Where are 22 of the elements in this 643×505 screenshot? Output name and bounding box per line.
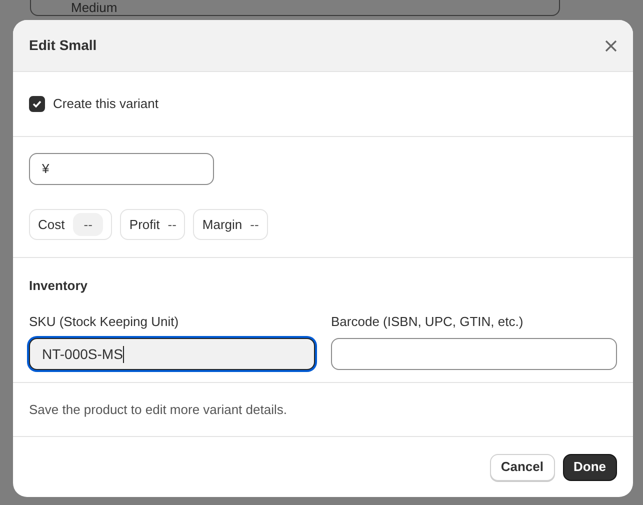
barcode-field[interactable] (331, 338, 617, 370)
field-value: Medium (71, 0, 118, 15)
metric-value: -- (168, 216, 176, 234)
metric-label: Cost (38, 216, 65, 234)
info-text: Save the product to edit more variant details. (29, 400, 287, 419)
section-title: Inventory (29, 277, 89, 295)
field-label: SKU (Stock Keeping Unit) (29, 312, 180, 331)
dialog-title: Edit Small (29, 36, 97, 55)
sku-field[interactable]: NT-000S-MS (29, 338, 315, 370)
checkbox[interactable] (29, 96, 45, 112)
cost-field[interactable]: -- (72, 212, 104, 236)
metric-label: Margin (202, 216, 242, 234)
field-label: Barcode (ISBN, UPC, GTIN, etc.) (331, 312, 524, 331)
cancel-button[interactable]: Cancel (490, 454, 554, 480)
checkbox-label: Create this variant (53, 95, 158, 114)
done-button[interactable]: Done (562, 454, 617, 480)
price-field[interactable]: ¥ (29, 153, 214, 185)
metric-value: -- (250, 216, 259, 234)
metric-label: Profit (129, 216, 160, 234)
close-icon[interactable] (605, 40, 617, 52)
checkmark-icon (32, 99, 42, 109)
currency-prefix: ¥ (42, 160, 50, 178)
